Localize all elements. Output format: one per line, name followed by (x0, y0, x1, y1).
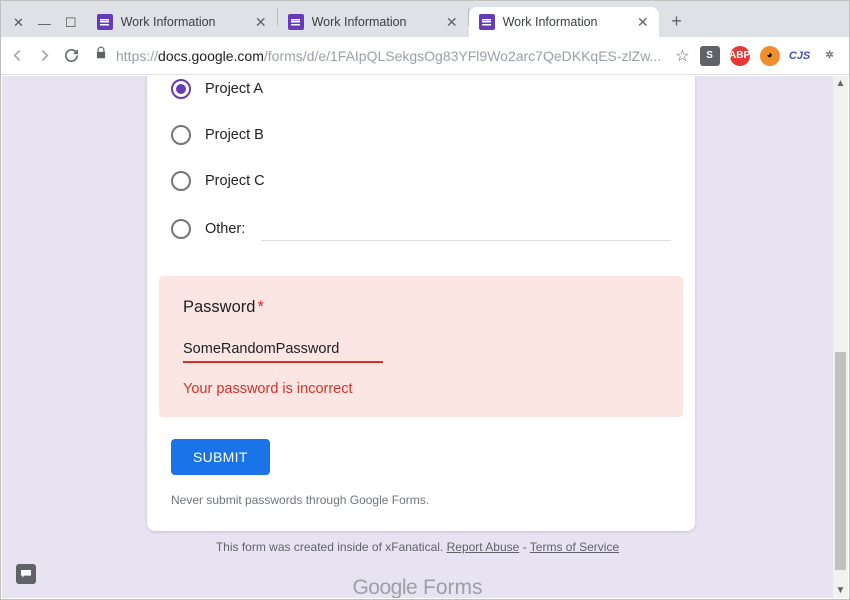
tab-title: Work Information (312, 15, 438, 29)
radio-other-label: Other: (205, 221, 245, 237)
radio-icon (171, 79, 191, 99)
bookmark-star-icon[interactable]: ☆ (675, 46, 689, 66)
scroll-up-icon[interactable]: ▲ (833, 76, 848, 91)
address-bar[interactable]: https://docs.google.com/forms/d/e/1FAIpQ… (90, 42, 665, 70)
radio-label: Project B (205, 127, 264, 143)
radio-option-2[interactable]: Project C (171, 158, 671, 204)
scrollbar-track[interactable]: ▲ ▼ (833, 76, 848, 598)
forms-favicon-icon (288, 14, 304, 30)
extension-cjs-icon[interactable]: CJS (790, 46, 810, 66)
radio-option-0[interactable]: Project A (171, 76, 671, 112)
tab-close-icon[interactable]: ✕ (446, 14, 458, 31)
browser-tab-2[interactable]: Work Information ✕ (469, 7, 659, 37)
required-asterisk: * (257, 298, 263, 316)
lock-icon (94, 46, 108, 65)
password-warning-text: Never submit passwords through Google Fo… (147, 475, 695, 507)
page-viewport: Project A Project B Project C Other: Pas… (2, 76, 848, 598)
reload-button[interactable] (63, 46, 80, 66)
forms-favicon-icon (97, 14, 113, 30)
radio-icon (171, 171, 191, 191)
url-text: https://docs.google.com/forms/d/e/1FAIpQ… (116, 48, 661, 64)
password-question-error: Password* Your password is incorrect (159, 276, 683, 417)
radio-question: Project A Project B Project C Other: (147, 76, 695, 270)
extension-s-icon[interactable]: S (700, 46, 720, 66)
password-input[interactable] (183, 339, 383, 363)
tab-close-icon[interactable]: ✕ (637, 14, 649, 31)
tab-close-icon[interactable]: ✕ (255, 14, 267, 31)
extensions-row: ☆ S ABP ◕ CJS ✲ A ⋮ (675, 45, 850, 67)
footer-disclaimer: This form was created inside of xFanatic… (2, 540, 833, 554)
browser-tab-0[interactable]: Work Information ✕ (87, 7, 277, 37)
scrollbar-thumb[interactable] (835, 352, 846, 570)
extension-cookie-icon[interactable]: ◕ (760, 46, 780, 66)
browser-toolbar: https://docs.google.com/forms/d/e/1FAIpQ… (1, 37, 849, 75)
radio-label: Project C (205, 173, 265, 189)
window-close-button[interactable]: ✕ (13, 15, 24, 31)
feedback-button[interactable] (16, 564, 36, 584)
tab-title: Work Information (121, 15, 247, 29)
extension-abp-icon[interactable]: ABP (730, 46, 750, 66)
submit-row: SUBMIT (147, 417, 695, 475)
form-footer: This form was created inside of xFanatic… (2, 540, 833, 598)
tab-title: Work Information (503, 15, 629, 29)
password-title: Password* (183, 298, 659, 317)
radio-option-other[interactable]: Other: (171, 204, 671, 254)
window-controls: ✕ — ☐ (7, 15, 87, 37)
forms-favicon-icon (479, 14, 495, 30)
radio-label: Project A (205, 81, 263, 97)
radio-icon (171, 125, 191, 145)
back-button[interactable] (9, 46, 26, 66)
submit-button[interactable]: SUBMIT (171, 439, 270, 475)
browser-tab-1[interactable]: Work Information ✕ (278, 7, 468, 37)
tab-strip: ✕ — ☐ Work Information ✕ Work Informatio… (1, 1, 849, 37)
password-error-text: Your password is incorrect (183, 381, 659, 397)
radio-option-1[interactable]: Project B (171, 112, 671, 158)
new-tab-button[interactable]: + (663, 7, 691, 35)
terms-link[interactable]: Terms of Service (530, 540, 619, 554)
extension-gear-icon[interactable]: ✲ (820, 46, 840, 66)
report-abuse-link[interactable]: Report Abuse (447, 540, 520, 554)
window-maximize-button[interactable]: ☐ (65, 15, 77, 31)
scroll-down-icon[interactable]: ▼ (833, 583, 848, 598)
radio-other-input[interactable] (261, 217, 671, 241)
forward-button[interactable] (36, 46, 53, 66)
form-card: Project A Project B Project C Other: Pas… (147, 76, 695, 531)
window-minimize-button[interactable]: — (38, 16, 51, 31)
radio-icon (171, 219, 191, 239)
google-forms-brand[interactable]: Google Forms (2, 576, 833, 598)
